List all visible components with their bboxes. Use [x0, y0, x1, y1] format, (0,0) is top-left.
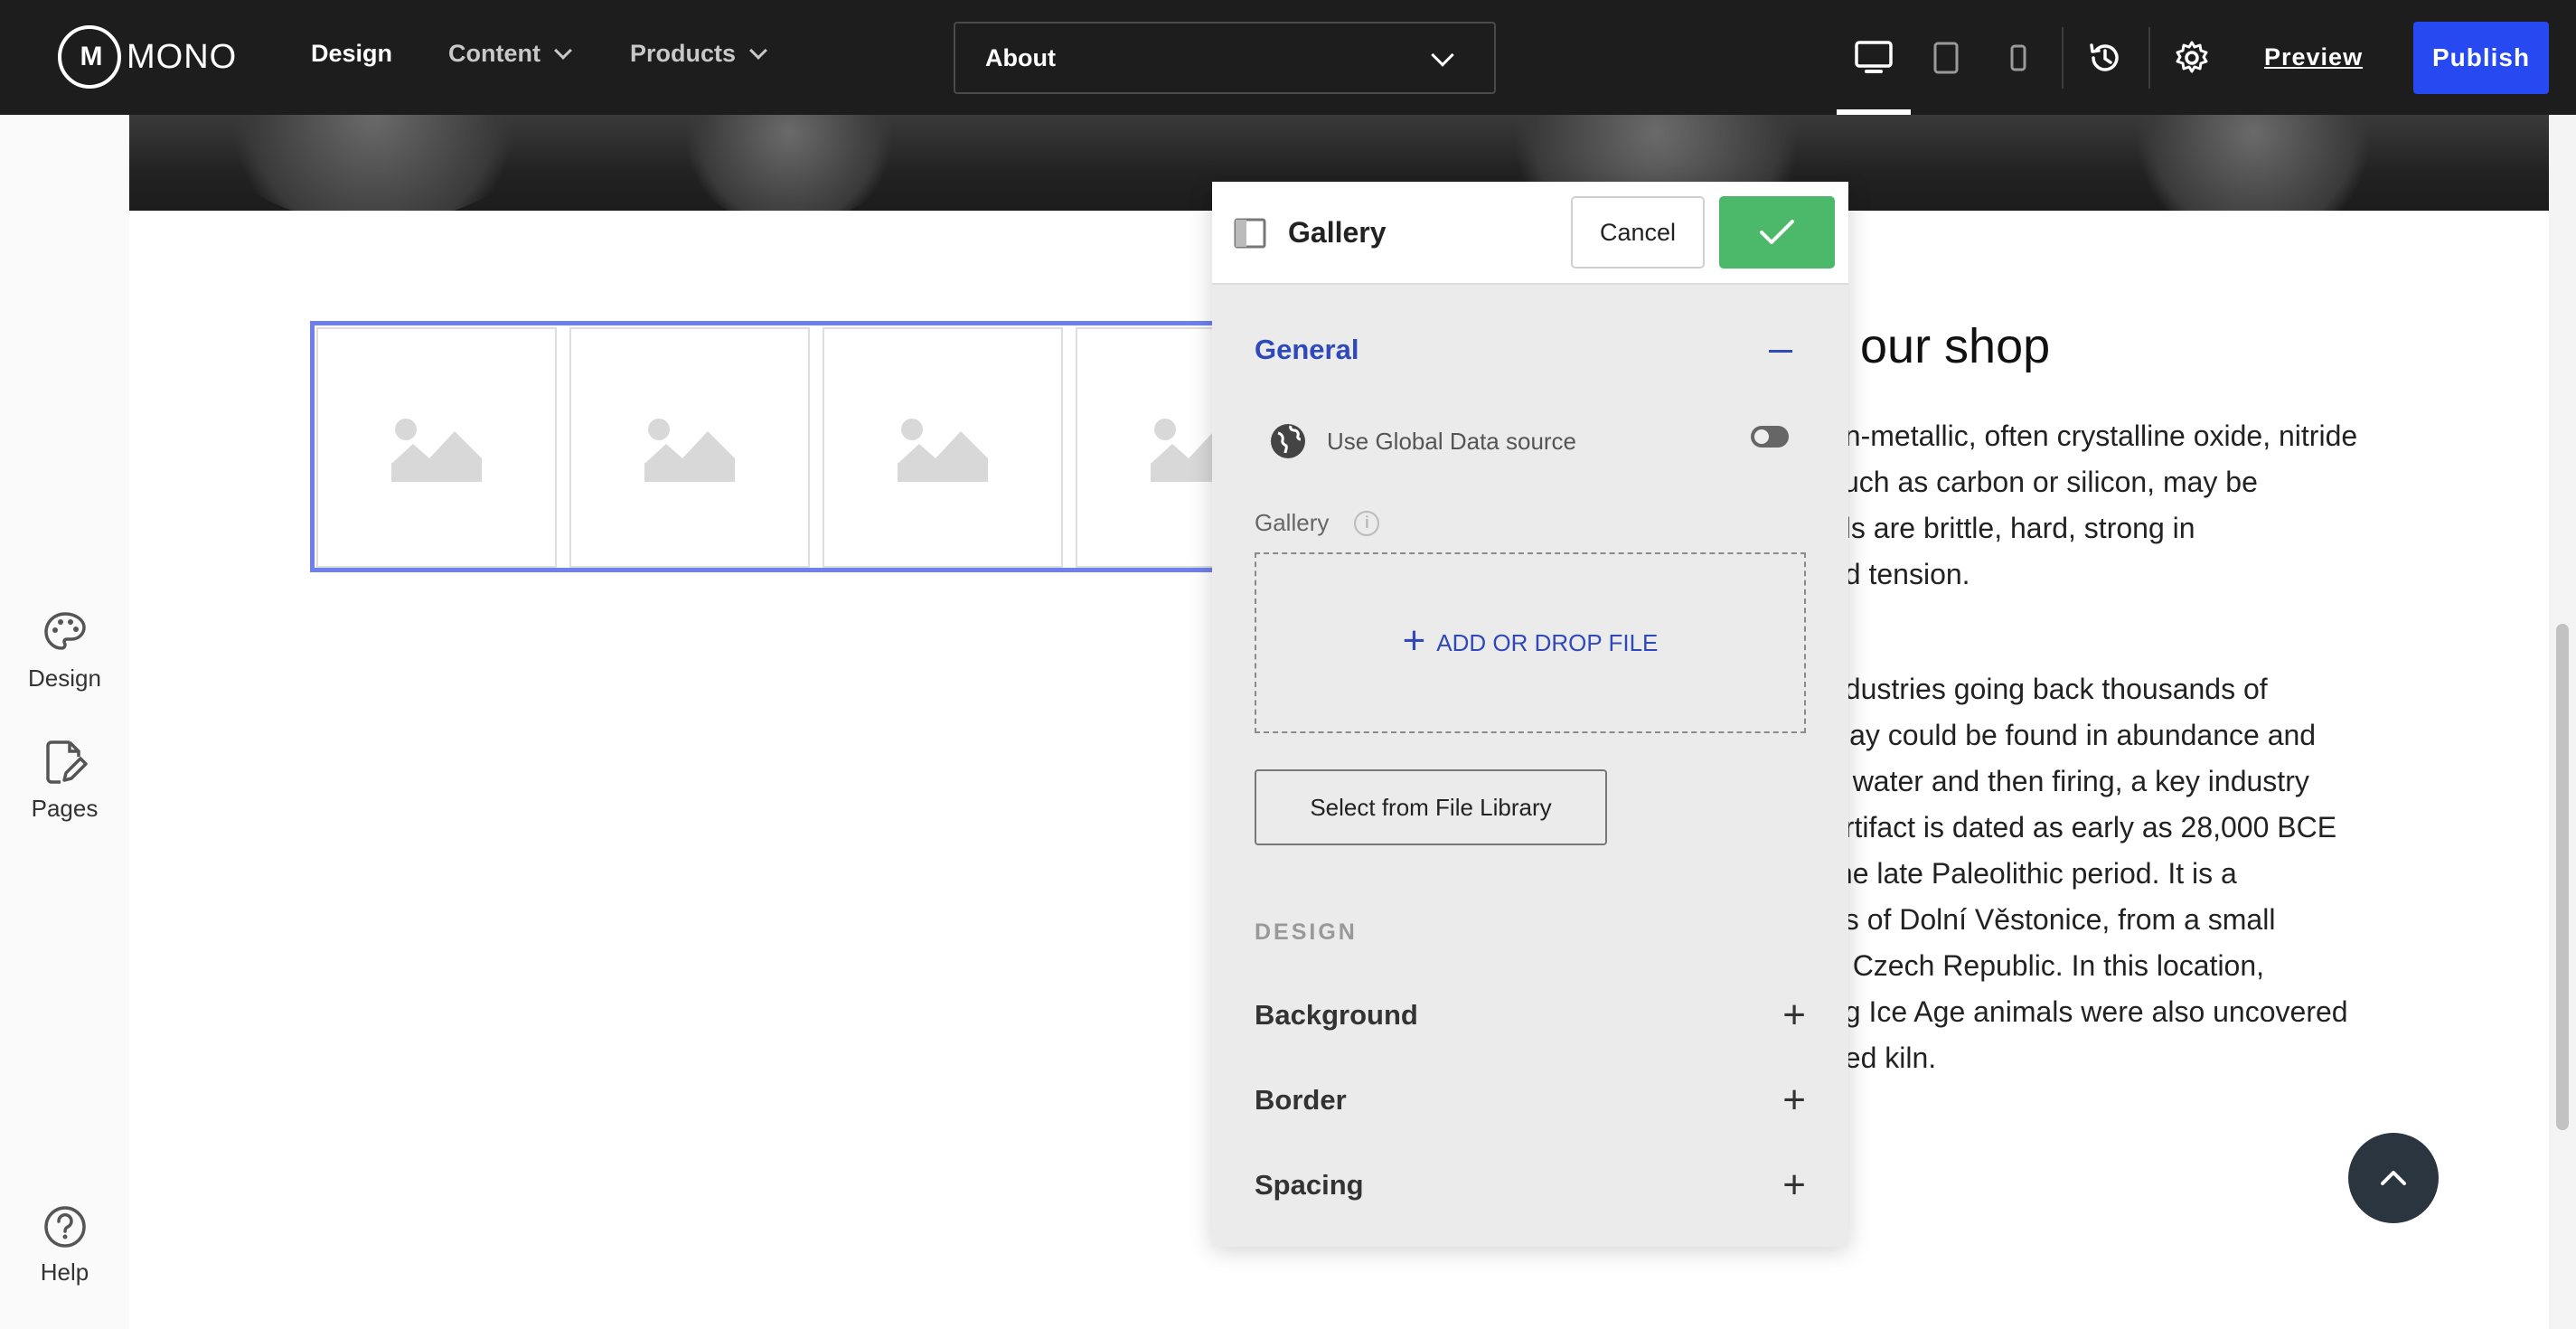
sidebar-item-pages[interactable]: Pages: [0, 739, 129, 823]
panel-title: Gallery: [1288, 216, 1387, 249]
text-line: such as carbon or silicon, may be: [1829, 466, 2258, 498]
chevron-up-icon: [2381, 1171, 2406, 1185]
page-select-value: About: [985, 43, 1056, 71]
logo-mark: M: [58, 25, 121, 89]
palette-icon: [43, 612, 86, 650]
scrollbar-thumb[interactable]: [2556, 624, 2569, 1130]
preview-link[interactable]: Preview: [2264, 43, 2363, 71]
image-placeholder-icon: [898, 419, 988, 482]
text-line: h water and then firing, a key industry: [1829, 765, 2309, 797]
plus-icon: +: [1782, 1163, 1806, 1207]
top-bar: M MONO Design Content Products About Pre…: [0, 0, 2576, 115]
sidebar-item-help[interactable]: Help: [0, 1204, 129, 1287]
page-select[interactable]: About: [954, 22, 1496, 94]
gallery-image-placeholder[interactable]: [823, 327, 1063, 568]
cancel-button-label: Cancel: [1599, 218, 1677, 246]
panel-header: Gallery Cancel: [1212, 182, 1848, 285]
gallery-image-placeholder[interactable]: [569, 327, 810, 568]
paragraph-1: on-metallic, often crystalline oxide, ni…: [1829, 413, 2515, 598]
sidebar-item-pages-label: Pages: [31, 795, 99, 822]
section-general-toggle[interactable]: General: [1255, 334, 1359, 366]
accordion-spacing-label: Spacing: [1255, 1169, 1364, 1201]
accordion-background[interactable]: Background +: [1255, 995, 1806, 1035]
panel-layout-icon[interactable]: [1234, 218, 1266, 249]
chevron-down-icon: [749, 41, 767, 60]
logo-text: MONO: [127, 37, 238, 76]
toolbar-separator: [2062, 27, 2064, 89]
nav-content-label: Content: [448, 40, 541, 67]
nav-products[interactable]: Products: [630, 40, 767, 68]
check-icon: [1760, 220, 1794, 244]
nav-products-label: Products: [630, 40, 737, 67]
collapse-icon[interactable]: [1769, 350, 1792, 353]
image-placeholder-icon: [644, 419, 735, 482]
sidebar-item-design-label: Design: [28, 664, 101, 692]
global-data-source-label: Use Global Data source: [1327, 427, 1577, 455]
scroll-to-top-button[interactable]: [2348, 1133, 2439, 1223]
gallery-field-label: Gallery i: [1255, 509, 1380, 537]
sidebar-item-design[interactable]: Design: [0, 610, 129, 693]
add-file-label: ADD OR DROP FILE: [1436, 628, 1659, 656]
confirm-button[interactable]: [1719, 196, 1835, 269]
accordion-background-label: Background: [1255, 999, 1418, 1031]
text-line: on-metallic, often crystalline oxide, ni…: [1829, 419, 2358, 452]
publish-button-label: Publish: [2431, 43, 2531, 71]
text-line: e Czech Republic. In this location,: [1829, 949, 2265, 982]
accordion-border[interactable]: Border +: [1255, 1080, 1806, 1120]
nav-design-label: Design: [311, 40, 393, 67]
select-file-library-label: Select from File Library: [1310, 793, 1552, 821]
history-icon[interactable]: [2083, 36, 2127, 80]
global-data-source-toggle[interactable]: [1751, 426, 1789, 448]
publish-button[interactable]: Publish: [2413, 22, 2549, 94]
gallery-settings-panel: Gallery Cancel General Use Global Data s…: [1212, 182, 1848, 1247]
text-line: nd tension.: [1829, 558, 1970, 590]
global-data-source-row: Use Global Data source: [1269, 422, 1576, 460]
nav-design[interactable]: Design: [311, 40, 392, 68]
mobile-icon[interactable]: [1997, 36, 2040, 80]
plus-icon: +: [1782, 993, 1806, 1037]
text-line: the late Paleolithic period. It is a: [1829, 857, 2237, 890]
select-file-library-button[interactable]: Select from File Library: [1255, 769, 1607, 845]
accordion-border-label: Border: [1255, 1084, 1347, 1116]
help-icon: [43, 1206, 86, 1248]
sidebar-item-help-label: Help: [40, 1258, 89, 1286]
text-line: als are brittle, hard, strong in: [1829, 512, 2195, 544]
nav-content[interactable]: Content: [448, 40, 572, 68]
section-title: our shop: [1860, 319, 2051, 373]
image-placeholder-icon: [391, 419, 482, 482]
accordion-spacing[interactable]: Spacing +: [1255, 1165, 1806, 1205]
left-sidebar: Design Pages Help: [0, 115, 129, 1329]
design-section-heading: DESIGN: [1255, 919, 1358, 945]
chevron-down-icon: [554, 41, 572, 60]
plus-icon: +: [1402, 618, 1426, 663]
tablet-icon[interactable]: [1924, 36, 1968, 80]
text-line: ng Ice Age animals were also uncovered: [1829, 995, 2348, 1028]
file-dropzone[interactable]: + ADD OR DROP FILE: [1255, 552, 1806, 733]
logo[interactable]: M MONO: [58, 25, 237, 89]
text-line: clay could be found in abundance and: [1829, 719, 2317, 751]
edit-page-icon: [45, 740, 88, 784]
text-line: us of Dolní Věstonice, from a small: [1829, 903, 2276, 936]
gallery-label-text: Gallery: [1255, 509, 1330, 536]
gallery-image-placeholder[interactable]: [316, 327, 557, 568]
globe-icon: [1271, 424, 1305, 458]
text-line: artifact is dated as early as 28,000 BCE: [1829, 811, 2337, 844]
toolbar-separator: [2148, 27, 2150, 89]
plus-icon: +: [1782, 1078, 1806, 1122]
text-line: ndustries going back thousands of: [1829, 673, 2268, 705]
desktop-icon[interactable]: [1852, 36, 1895, 80]
cancel-button[interactable]: Cancel: [1571, 196, 1705, 269]
gear-icon[interactable]: [2170, 36, 2214, 80]
text-line: ped kiln.: [1829, 1042, 1937, 1074]
paragraph-2: ndustries going back thousands of clay c…: [1829, 666, 2515, 1081]
info-icon[interactable]: i: [1354, 510, 1380, 536]
chevron-down-icon: [1431, 43, 1454, 67]
